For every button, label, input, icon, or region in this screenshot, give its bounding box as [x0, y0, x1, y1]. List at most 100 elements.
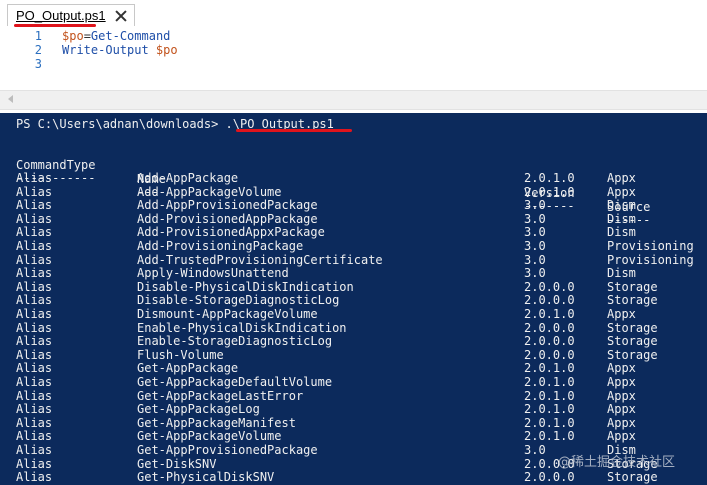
cell-commandtype: Alias [16, 171, 53, 185]
cell-version: 2.0.1.0 [524, 307, 575, 321]
cell-commandtype: Alias [16, 347, 53, 362]
cell-commandtype: Alias [16, 252, 53, 267]
cell-version: 3.0 [524, 266, 546, 281]
table-row: Alias Add-ProvisionedAppPackage 3.0 Dism [0, 212, 707, 226]
table-row: Alias Get-PhysicalDiskSNV 2.0.0.0 Storage [0, 470, 707, 484]
cell-version: 2.0.0.0 [524, 334, 575, 349]
cell-version: 3.0 [524, 239, 546, 253]
code-text: $po=Get-Command [62, 29, 170, 43]
console-pane[interactable]: PS C:\Users\adnan\downloads> .\PO_Output… [0, 113, 707, 485]
code-cmdlet: Write-Output [62, 43, 149, 57]
table-row: Alias Disable-StorageDiagnosticLog 2.0.0.0… [0, 293, 707, 307]
table-row: Alias Get-AppPackageVolume 2.0.1.0 Appx [0, 429, 707, 443]
table-row: Alias Apply-WindowsUnattend 3.0 Dism [0, 266, 707, 280]
scroll-left-arrow-icon[interactable] [8, 95, 13, 103]
code-text: Write-Output $po [62, 43, 178, 57]
cell-source: Appx [607, 171, 636, 185]
cell-commandtype: Alias [16, 239, 53, 253]
cell-source: Dism [607, 198, 636, 213]
table-row: Alias Get-AppPackageLog 2.0.1.0 Appx [0, 402, 707, 416]
cell-name: Enable-StorageDiagnosticLog [137, 334, 333, 349]
cell-commandtype: Alias [16, 388, 53, 403]
table-row: Alias Enable-StorageDiagnosticLog 2.0.0.0 S… [0, 334, 707, 348]
cell-name: Get-PhysicalDiskSNV [137, 470, 275, 485]
cell-name: Disable-PhysicalDiskIndication [137, 279, 354, 294]
cell-version: 2.0.1.0 [524, 375, 575, 389]
cell-source: Dism [607, 266, 636, 281]
cell-version: 2.0.1.0 [524, 361, 575, 376]
cell-commandtype: Alias [16, 443, 53, 457]
cell-name: Get-AppPackageLastError [137, 388, 304, 403]
cell-version: 3.0 [524, 225, 546, 240]
line-number: 1 [34, 29, 42, 43]
cell-source: Appx [607, 429, 636, 444]
code-variable: $po [62, 29, 84, 43]
table-row: Alias Get-AppPackageDefaultVolume 2.0.1.0 A… [0, 375, 707, 389]
cell-source: Storage [607, 320, 658, 335]
cell-name: Add-TrustedProvisioningCertificate [137, 252, 383, 267]
code-area[interactable]: 1 $po=Get-Command 2 Write-Output $po 3 [0, 27, 707, 89]
cell-version: 2.0.0.0 [524, 279, 575, 294]
cell-commandtype: Alias [16, 470, 53, 485]
cell-name: Get-DiskSNV [137, 456, 217, 471]
cell-commandtype: Alias [16, 456, 53, 471]
table-row: Alias Flush-Volume 2.0.0.0 Storage [0, 348, 707, 362]
cell-version: 2.0.0.0 [524, 347, 575, 362]
cell-source: Dism [607, 211, 636, 226]
cell-version: 2.0.1.0 [524, 184, 575, 199]
cell-source: Storage [607, 470, 658, 485]
cell-version: 3.0 [524, 443, 546, 457]
table-row: Alias Get-AppPackageManifest 2.0.1.0 Appx [0, 416, 707, 430]
cell-name: Apply-WindowsUnattend [137, 266, 289, 281]
cell-version: 2.0.0.0 [524, 470, 575, 485]
cell-name: Get-AppProvisionedPackage [137, 443, 318, 457]
cell-version: 2.0.1.0 [524, 402, 575, 417]
cell-source: Storage [607, 334, 658, 349]
editor-tab-bar: PO_Output.ps1 [0, 0, 707, 27]
cell-name: Add-ProvisionedAppxPackage [137, 225, 325, 240]
cell-source: Appx [607, 402, 636, 417]
cell-commandtype: Alias [16, 375, 53, 389]
cell-source: Storage [607, 347, 658, 362]
editor-horizontal-scrollbar[interactable] [0, 90, 707, 110]
cell-source: Appx [607, 415, 636, 430]
cell-name: Get-AppPackageVolume [137, 429, 282, 444]
cell-commandtype: Alias [16, 184, 53, 199]
cell-commandtype: Alias [16, 211, 53, 226]
cell-version: 3.0 [524, 252, 546, 267]
cell-name: Enable-PhysicalDiskIndication [137, 320, 347, 335]
close-icon[interactable] [114, 9, 128, 23]
cell-version: 2.0.0.0 [524, 320, 575, 335]
table-row: Alias Add-AppProvisionedPackage 3.0 Dism [0, 198, 707, 212]
table-row: Alias Enable-PhysicalDiskIndication 2.0.0.… [0, 321, 707, 335]
table-header-row: CommandType Name Version Source [0, 144, 707, 214]
cell-source: Appx [607, 388, 636, 403]
table-row: Alias Add-AppPackage 2.0.1.0 Appx [0, 171, 707, 185]
line-number: 2 [34, 43, 42, 57]
cell-name: Add-ProvisionedAppPackage [137, 211, 318, 226]
cell-source: Provisioning [607, 239, 694, 253]
cell-name: Get-AppPackageLog [137, 402, 260, 417]
watermark: @稀土掘金技术社区 [558, 455, 676, 470]
cell-source: Appx [607, 375, 636, 389]
cell-name: Add-AppPackageVolume [137, 184, 282, 199]
table-row: Alias Get-AppPackage 2.0.1.0 Appx [0, 361, 707, 375]
cell-name: Disable-StorageDiagnosticLog [137, 293, 340, 308]
cell-source: Provisioning [607, 252, 694, 267]
prompt-text: PS C:\Users\adnan\downloads> [16, 117, 226, 131]
cell-commandtype: Alias [16, 320, 53, 335]
cell-source: Appx [607, 184, 636, 199]
cell-source: Appx [607, 361, 636, 376]
cell-commandtype: Alias [16, 198, 53, 213]
table-row: Alias Disable-PhysicalDiskIndication 2.0.0… [0, 280, 707, 294]
cell-name: Get-AppPackage [137, 361, 239, 376]
cell-commandtype: Alias [16, 266, 53, 281]
cell-commandtype: Alias [16, 293, 53, 308]
table-row: Alias Add-AppPackageVolume 2.0.1.0 Appx [0, 185, 707, 199]
cell-version: 3.0 [524, 211, 546, 226]
tab-po-output[interactable]: PO_Output.ps1 [7, 4, 135, 26]
cell-source: Appx [607, 307, 636, 321]
cell-name: Dismount-AppPackageVolume [137, 307, 318, 321]
cell-name: Add-AppProvisionedPackage [137, 198, 318, 213]
table-row: Alias Dismount-AppPackageVolume 2.0.1.0 App… [0, 307, 707, 321]
